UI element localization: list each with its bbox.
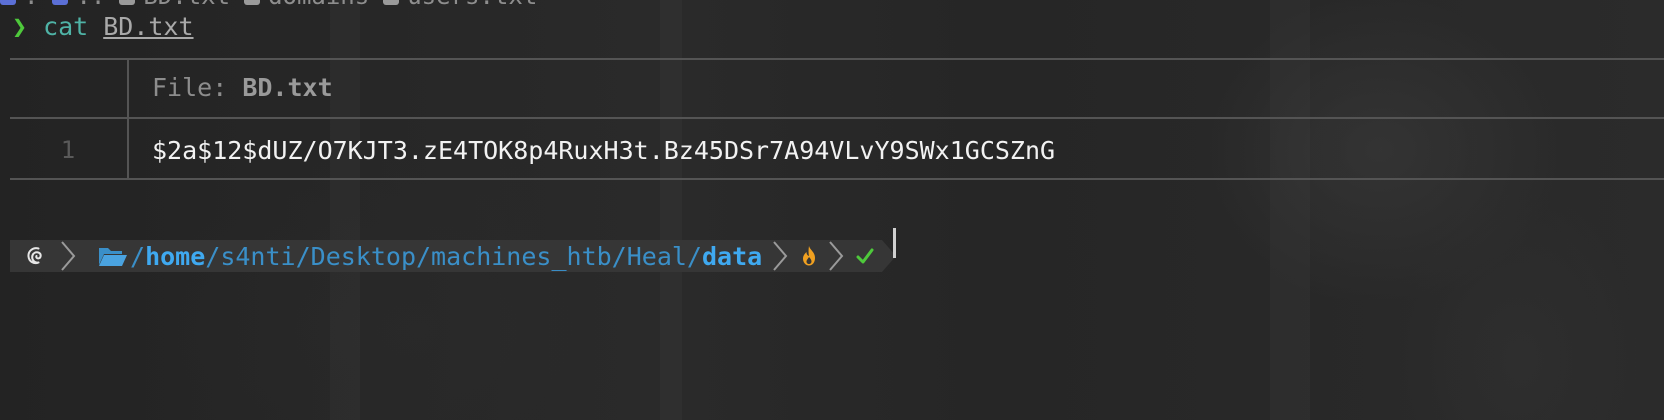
- folder-icon: [52, 0, 69, 5]
- text-cursor: [893, 228, 896, 258]
- powerline-prompt: / home/s4nti/Desktop/machines_htb/Heal/da…: [10, 240, 897, 272]
- checkmark-icon: [856, 248, 874, 264]
- listing-item-label: .: [24, 0, 38, 10]
- table-divider: [10, 58, 1664, 60]
- folder-icon: [0, 0, 16, 5]
- file-line-content: $2a$12$dUZ/O7KJT3.zE4TOK8p4RuxH3t.Bz45DS…: [152, 136, 1056, 165]
- file-header: File: BD.txt: [152, 73, 333, 102]
- flame-segment: [792, 240, 827, 272]
- command-argument[interactable]: BD.txt: [103, 12, 193, 41]
- listing-item: .: [0, 0, 38, 10]
- table-divider: [10, 178, 1664, 180]
- gutter-divider: [127, 58, 129, 180]
- listing-item-label: ..: [76, 0, 105, 10]
- command-name: cat: [43, 11, 89, 41]
- file-header-name: BD.txt: [242, 73, 333, 102]
- command-line: ❯ cat BD.txt: [12, 10, 194, 42]
- listing-item: users.txt: [383, 0, 537, 10]
- table-divider: [10, 117, 1664, 119]
- path-segment: / home/s4nti/Desktop/machines_htb/Heal/da…: [80, 240, 771, 272]
- previous-listing-row: . .. BD.txt domains users.txt: [0, 0, 537, 10]
- file-icon: [383, 0, 400, 5]
- file-header-label: File:: [152, 73, 228, 102]
- segment-separator: [770, 240, 793, 272]
- line-number: 1: [60, 136, 76, 164]
- flame-icon: [803, 246, 816, 266]
- os-segment: [10, 240, 58, 272]
- file-icon: [244, 0, 261, 5]
- listing-item: BD.txt: [119, 0, 230, 10]
- listing-item-label: users.txt: [407, 0, 537, 10]
- path-root: /: [130, 241, 146, 271]
- path-home: home: [145, 241, 206, 271]
- file-icon: [119, 0, 136, 5]
- terminal-window[interactable]: . .. BD.txt domains users.txt ❯ cat BD.t…: [0, 0, 1664, 420]
- debian-swirl-icon: [27, 247, 42, 265]
- chevron-right-icon: [829, 241, 844, 271]
- open-folder-icon: [99, 248, 127, 266]
- listing-item-label: domains: [268, 0, 369, 10]
- listing-item: ..: [52, 0, 105, 10]
- listing-item: domains: [244, 0, 369, 10]
- segment-separator: [58, 240, 80, 272]
- prompt-arrow-icon: ❯: [12, 11, 28, 41]
- chevron-right-icon: [773, 241, 788, 271]
- path-middle: /s4nti/Desktop/machines_htb/Heal/: [205, 241, 702, 271]
- status-segment: [848, 240, 883, 272]
- path-current: data: [701, 241, 763, 271]
- listing-item-label: BD.txt: [143, 0, 230, 10]
- chevron-right-icon: [61, 241, 76, 271]
- bat-output-table: File: BD.txt 1 $2a$12$dUZ/O7KJT3.zE4TOK8…: [10, 58, 1664, 190]
- segment-separator: [826, 240, 849, 272]
